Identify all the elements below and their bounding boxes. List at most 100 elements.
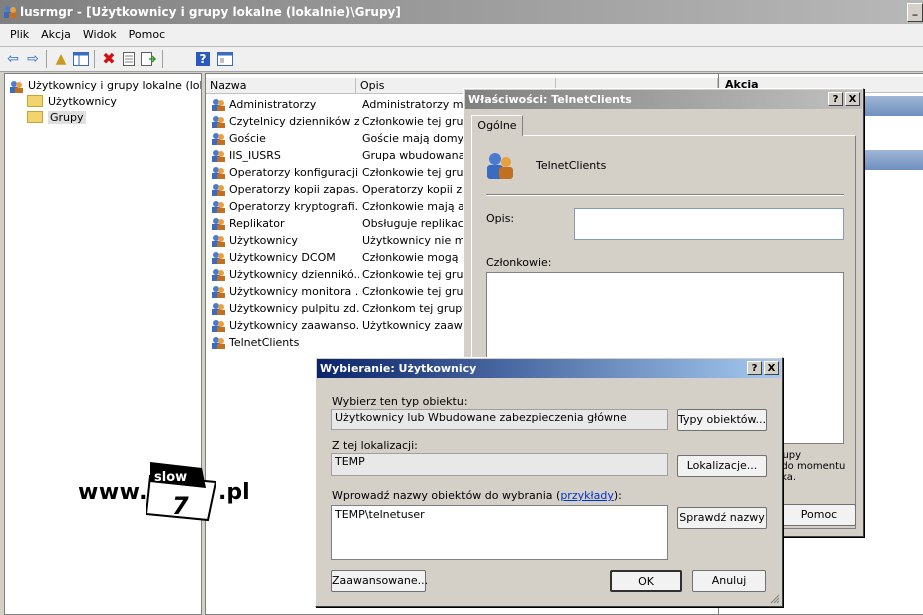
advanced-button[interactable]: Zaawansowane... [331,570,428,592]
group-icon [212,285,225,298]
menu-pomoc[interactable]: Pomoc [123,24,171,46]
group-icon [212,149,225,162]
object-names-input[interactable]: TEMP\telnetuser [331,505,668,560]
tab-general[interactable]: Ogólne [471,115,523,136]
tree-item-groups[interactable]: Grupy [27,110,86,126]
separator [486,194,844,196]
group-icon [212,132,225,145]
group-icon [212,98,225,111]
properties-dialog-title: Właściwości: TelnetClients [468,93,632,106]
group-name-text: Operatorzy kryptografi... [229,200,359,213]
up-folder-icon[interactable]: ▲ [52,50,70,68]
object-type-label: Wybierz ten typ obiektu: [332,395,468,408]
check-names-button[interactable]: Sprawdź nazwy [677,507,767,529]
cancel-button[interactable]: Anuluj [692,570,766,592]
group-icon [487,153,513,179]
group-name-cell: Użytkownicy monitora ... [211,283,359,300]
group-name-cell: Operatorzy kopii zapas... [211,181,359,198]
tree-item-label: Grupy [48,111,86,124]
menu-widok[interactable]: Widok [77,24,123,46]
group-name-cell: Użytkownicy [211,232,359,249]
tree-item-label: Użytkownicy [48,95,117,108]
properties-icon[interactable] [120,50,138,68]
members-label: Członkowie: [486,256,552,269]
examples-link[interactable]: przykłady [560,489,614,502]
group-icon [212,268,225,281]
console-icon[interactable] [216,50,234,68]
description-label: Opis: [486,212,515,225]
toolbar: ⇦ ⇨ ▲ ✖ ? [0,47,923,72]
group-icon [212,183,225,196]
group-name-text: IIS_IUSRS [229,149,281,162]
object-types-button[interactable]: Typy obiektów... [677,409,767,431]
group-icon [212,234,225,247]
help-button[interactable]: ? [747,361,762,375]
logo-prefix: www. [78,480,148,505]
properties-dialog-title-bar: Właściwości: TelnetClients ? X [465,90,862,109]
ok-button[interactable]: OK [610,570,682,592]
minimize-button[interactable]: _ [907,3,923,22]
group-name-text: Goście [229,132,266,145]
group-icon [212,251,225,264]
group-name-cell: Użytkownicy DCOM [211,249,359,266]
group-name-cell: Operatorzy konfiguracji... [211,164,359,181]
tree-root-label: Użytkownicy i grupy lokalne (lokalni [28,79,201,92]
group-name-cell: Administratorzy [211,96,359,113]
badge-number: 7 [172,492,189,520]
folder-icon [27,95,43,107]
help-button[interactable]: ? [828,92,843,106]
site-logo: www. slow 7 .pl [78,462,258,522]
resize-grip-icon[interactable] [768,592,780,604]
logo-suffix: .pl [218,480,250,505]
tree-item-users[interactable]: Użytkownicy [27,94,117,110]
group-icon [212,166,225,179]
close-button[interactable]: X [764,361,779,375]
select-users-dialog: Wybieranie: Użytkownicy ? X Wybierz ten … [315,357,783,607]
menu-bar: Plik Akcja Widok Pomoc [0,24,923,47]
tree-pane: Użytkownicy i grupy lokalne (lokalni Uży… [4,73,202,615]
group-icon [212,319,225,332]
group-name-cell: Czytelnicy dzienników z... [211,113,359,130]
badge-top-text: slow [154,470,187,485]
group-name-cell: Użytkownicy zaawanso... [211,317,359,334]
group-name-text: Użytkownicy [229,234,298,247]
help-dialog-button[interactable]: Pomoc [782,504,856,526]
close-button[interactable]: X [845,92,860,106]
group-name-text: Użytkownicy zaawanso... [229,319,359,332]
object-names-label-end: ): [613,489,622,502]
slow7-badge-icon: slow 7 [146,462,216,522]
group-name-text: Użytkownicy DCOM [229,251,336,264]
forward-arrow-icon[interactable]: ⇨ [24,50,42,68]
column-header-name[interactable]: Nazwa [206,78,356,94]
group-icon [212,336,225,349]
group-name-cell: Replikator [211,215,359,232]
window-title-bar: lusrmgr - [Użytkownicy i grupy lokalne (… [0,0,923,24]
group-name-text: TelnetClients [229,336,300,349]
group-name-text: Operatorzy konfiguracji... [229,166,359,179]
group-icon [212,115,225,128]
help-icon[interactable]: ? [196,52,210,66]
group-name-cell: Użytkownicy dziennikó... [211,266,359,283]
users-groups-icon [10,80,23,93]
group-icon [212,217,225,230]
actions-section-bar[interactable] [861,150,923,170]
group-name-cell: TelnetClients [211,334,359,351]
group-name-text: Replikator [229,217,285,230]
location-label: Z tej lokalizacji: [332,439,418,452]
export-icon[interactable] [140,50,158,68]
select-users-title: Wybieranie: Użytkownicy [320,362,477,375]
menu-plik[interactable]: Plik [4,24,35,46]
back-arrow-icon[interactable]: ⇦ [4,50,22,68]
menu-akcja[interactable]: Akcja [35,24,77,46]
description-field[interactable] [574,208,844,240]
locations-button[interactable]: Lokalizacje... [677,455,767,477]
group-icon [212,302,225,315]
folder-icon [27,111,43,123]
actions-section-bar[interactable] [861,96,923,116]
window-title: lusrmgr - [Użytkownicy i grupy lokalne (… [20,5,401,19]
show-tree-icon[interactable] [72,50,90,68]
tree-root[interactable]: Użytkownicy i grupy lokalne (lokalni [9,78,201,94]
group-name: TelnetClients [536,159,607,172]
group-name-text: Czytelnicy dzienników z... [229,115,359,128]
delete-icon[interactable]: ✖ [100,50,118,68]
